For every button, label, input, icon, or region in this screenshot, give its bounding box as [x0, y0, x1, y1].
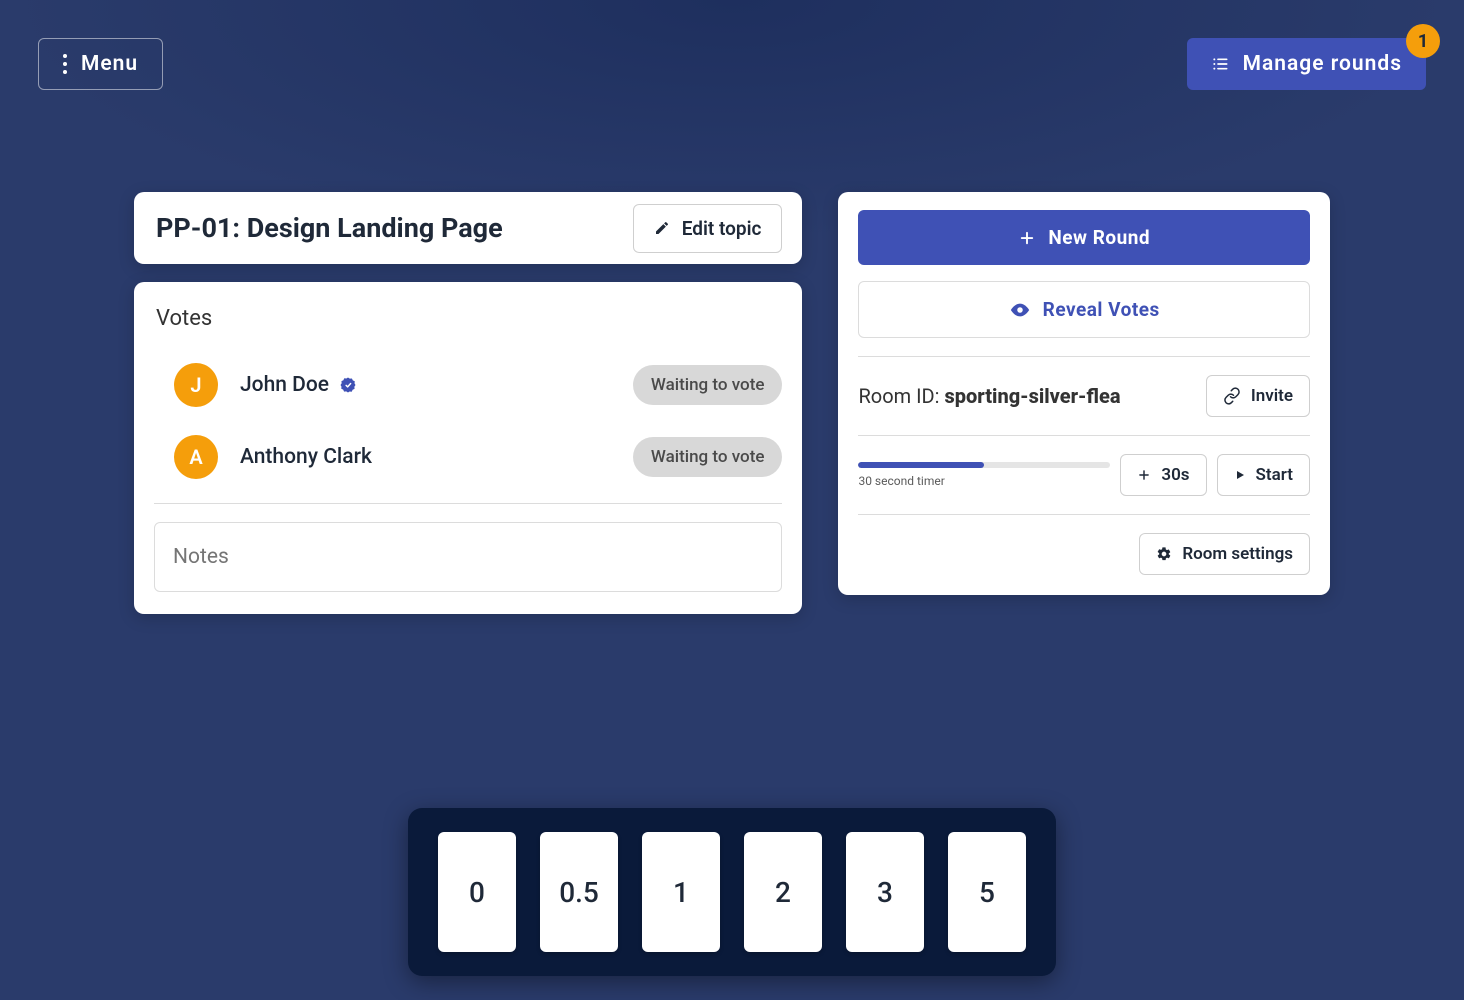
timer-caption: 30 second timer [858, 474, 1110, 488]
room-id-text: Room ID: sporting-silver-flea [858, 384, 1120, 408]
gear-icon [1156, 546, 1172, 562]
verified-icon [339, 376, 357, 394]
main: PP-01: Design Landing Page Edit topic Vo… [134, 192, 1330, 614]
vote-card[interactable]: 2 [744, 832, 822, 952]
divider [858, 514, 1310, 515]
timer-bar: 30 second timer [858, 462, 1110, 488]
reveal-votes-label: Reveal Votes [1043, 298, 1160, 321]
voter-name: Anthony Clark [240, 445, 372, 469]
manage-rounds-label: Manage rounds [1243, 52, 1402, 76]
menu-label: Menu [81, 52, 138, 76]
voter-name: John Doe [240, 373, 357, 397]
right-column: New Round Reveal Votes Room ID: sporting… [838, 192, 1330, 595]
play-icon [1234, 469, 1246, 481]
menu-button[interactable]: Menu [38, 38, 163, 90]
room-row: Room ID: sporting-silver-flea Invite [858, 375, 1310, 417]
divider [154, 503, 782, 504]
menu-dots-icon [63, 54, 67, 74]
invite-label: Invite [1251, 386, 1293, 406]
timer-row: 30 second timer 30s Start [858, 454, 1310, 496]
plus-icon [1018, 229, 1036, 247]
votes-heading: Votes [156, 306, 782, 331]
vote-card[interactable]: 3 [846, 832, 924, 952]
vote-card[interactable]: 1 [642, 832, 720, 952]
timer-fill [858, 462, 984, 468]
avatar: J [174, 363, 218, 407]
notes-input[interactable] [154, 522, 782, 592]
voter-row: J John Doe Waiting to vote [154, 349, 782, 421]
voters-list: JJohn Doe Waiting to voteAAnthony Clark … [154, 349, 782, 493]
edit-topic-label: Edit topic [682, 217, 762, 240]
pencil-icon [654, 220, 670, 236]
topic-card: PP-01: Design Landing Page Edit topic [134, 192, 802, 264]
vote-card[interactable]: 0.5 [540, 832, 618, 952]
voter-row: A Anthony Clark Waiting to vote [154, 421, 782, 493]
rounds-badge: 1 [1406, 24, 1440, 58]
room-settings-label: Room settings [1182, 544, 1293, 564]
timer-start-button[interactable]: Start [1217, 454, 1310, 496]
status-badge: Waiting to vote [633, 365, 783, 405]
new-round-button[interactable]: New Round [858, 210, 1310, 265]
left-column: PP-01: Design Landing Page Edit topic Vo… [134, 192, 802, 614]
vote-card[interactable]: 5 [948, 832, 1026, 952]
room-id-value: sporting-silver-flea [944, 384, 1120, 408]
timer-track [858, 462, 1110, 468]
action-card: New Round Reveal Votes Room ID: sporting… [838, 192, 1330, 595]
timer-add-button[interactable]: 30s [1120, 454, 1206, 496]
eye-icon [1009, 299, 1031, 321]
list-icon [1211, 56, 1229, 72]
timer-add-label: 30s [1161, 465, 1189, 485]
topic-title: PP-01: Design Landing Page [154, 202, 503, 254]
topbar: Menu Manage rounds 1 [38, 38, 1426, 90]
settings-row: Room settings [858, 533, 1310, 575]
new-round-label: New Round [1048, 226, 1150, 249]
vote-card-deck: 0 0.5 1235 [408, 808, 1056, 976]
status-badge: Waiting to vote [633, 437, 783, 477]
votes-card: Votes J John Doe Waiting to vote A Anthony … [134, 282, 802, 614]
manage-rounds-button[interactable]: Manage rounds [1187, 38, 1426, 90]
plus-icon [1137, 468, 1151, 482]
divider [858, 356, 1310, 357]
vote-card[interactable]: 0 [438, 832, 516, 952]
manage-rounds-wrap: Manage rounds 1 [1187, 38, 1426, 90]
room-settings-button[interactable]: Room settings [1139, 533, 1310, 575]
divider [858, 435, 1310, 436]
room-label-prefix: Room ID: [858, 384, 944, 408]
link-icon [1223, 387, 1241, 405]
avatar: A [174, 435, 218, 479]
reveal-votes-button[interactable]: Reveal Votes [858, 281, 1310, 338]
timer-start-label: Start [1256, 465, 1293, 485]
edit-topic-button[interactable]: Edit topic [633, 204, 783, 253]
invite-button[interactable]: Invite [1206, 375, 1310, 417]
